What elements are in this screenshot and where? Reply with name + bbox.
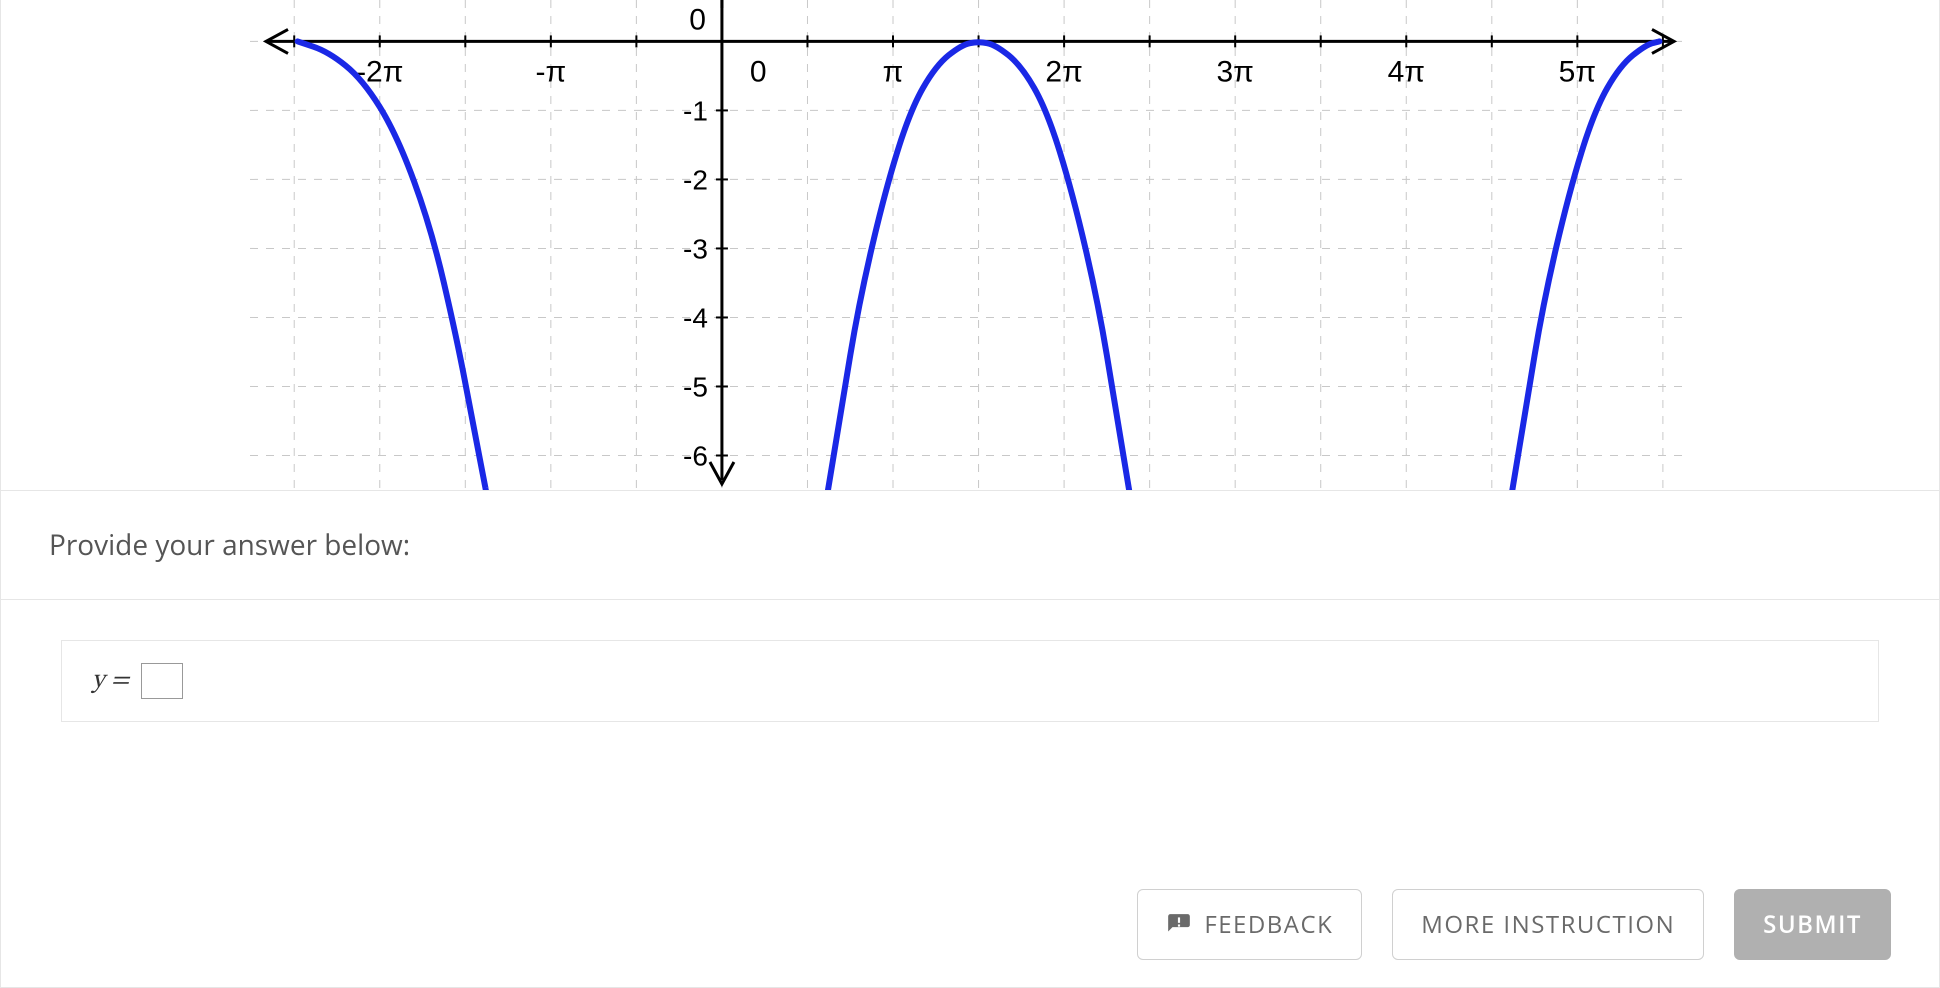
answer-prompt: Provide your answer below: [1,491,1939,600]
svg-text:π: π [883,55,904,88]
feedback-label: FEEDBACK [1204,908,1333,941]
svg-text:3π: 3π [1216,55,1253,88]
submit-label: SUBMIT [1763,908,1862,941]
svg-text:-3: -3 [683,233,708,264]
svg-text:5π: 5π [1559,55,1596,88]
more-instruction-label: MORE INSTRUCTION [1421,908,1675,941]
answer-input[interactable] [141,663,183,699]
svg-text:0: 0 [689,3,706,36]
svg-text:-π: -π [535,55,566,88]
question-container: -2π-π0π2π3π4π5π0-1-2-3-4-5-6 Provide you… [0,0,1940,988]
graph-area: -2π-π0π2π3π4π5π0-1-2-3-4-5-6 [1,0,1939,491]
feedback-icon [1166,912,1192,938]
function-graph: -2π-π0π2π3π4π5π0-1-2-3-4-5-6 [250,0,1690,490]
svg-text:0: 0 [750,55,767,88]
more-instruction-button[interactable]: MORE INSTRUCTION [1392,889,1704,960]
svg-text:2π: 2π [1045,55,1082,88]
svg-text:4π: 4π [1388,55,1425,88]
svg-text:-1: -1 [683,95,708,126]
submit-button[interactable]: SUBMIT [1734,889,1891,960]
answer-box[interactable]: y = [61,640,1879,722]
svg-text:-2: -2 [683,164,708,195]
svg-text:-4: -4 [683,302,708,333]
action-buttons: FEEDBACK MORE INSTRUCTION SUBMIT [1137,889,1891,960]
answer-prefix: y = [92,665,129,698]
svg-text:-5: -5 [683,371,708,402]
answer-row: y = [1,600,1939,762]
feedback-button[interactable]: FEEDBACK [1137,889,1362,960]
svg-text:-6: -6 [683,440,708,471]
